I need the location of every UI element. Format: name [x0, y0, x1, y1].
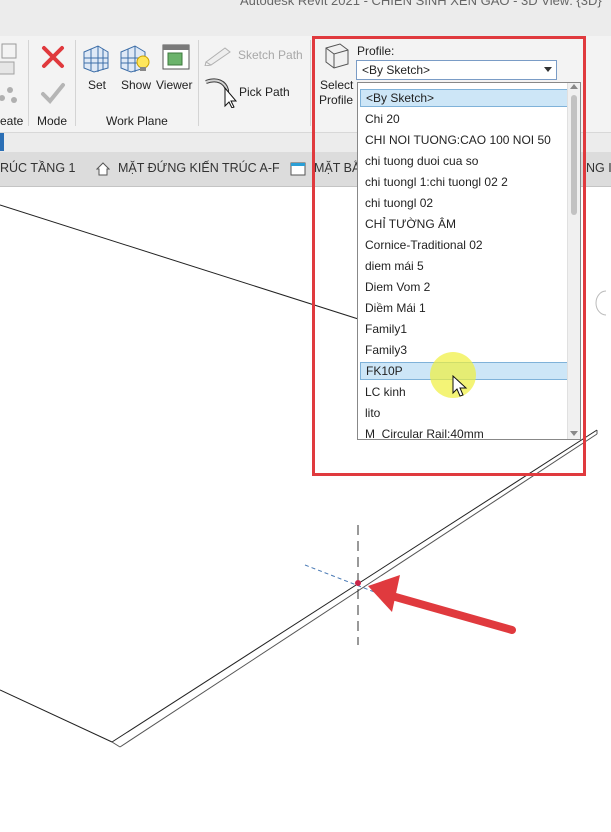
plan-icon — [290, 162, 306, 176]
select-profile-label-1: Select — [320, 78, 354, 92]
panel-divider — [310, 40, 311, 126]
chevron-down-icon[interactable] — [544, 67, 552, 72]
viewer-icon — [162, 44, 190, 70]
viewcube-edge[interactable] — [595, 290, 607, 316]
cancel-edit-button[interactable] — [40, 44, 66, 70]
sketch-path-button[interactable]: Sketch Path — [203, 44, 303, 66]
show-label: Show — [121, 78, 152, 92]
profile-icon — [325, 43, 349, 69]
create-panel-label: eate — [0, 114, 24, 128]
panel-divider — [198, 40, 199, 126]
profile-selected-value: <By Sketch> — [362, 63, 431, 77]
select-profile-label-2: Profile — [319, 93, 354, 107]
profile-option[interactable]: CHI NOI TUONG:CAO 100 NOI 50 — [360, 131, 569, 149]
pick-path-label: Pick Path — [239, 85, 290, 99]
x-icon — [42, 46, 64, 68]
tab-plan[interactable]: MẶT BẰ — [314, 161, 360, 175]
viewer-label: Viewer — [156, 78, 193, 92]
profile-label: Profile: — [357, 44, 395, 58]
tab-clipped[interactable]: NG I — [586, 161, 611, 175]
profile-option[interactable]: Diem Vom 2 — [360, 278, 569, 296]
set-work-plane-button[interactable]: Set — [80, 42, 112, 98]
profile-option[interactable]: <By Sketch> — [360, 89, 569, 107]
work-plane-panel-label: Work Plane — [106, 114, 168, 128]
profile-option[interactable]: chi tuong duoi cua so — [360, 152, 569, 170]
sketch-path-label: Sketch Path — [238, 48, 303, 62]
pick-point-marker — [355, 580, 361, 586]
grid-plane-icon — [83, 45, 109, 73]
pencil-path-icon — [204, 47, 231, 66]
profile-option[interactable]: Diềm Mái 1 — [360, 299, 569, 317]
panel-divider — [28, 40, 29, 126]
show-work-plane-button[interactable]: Show — [119, 42, 153, 98]
elevation-icon — [96, 162, 110, 176]
annotation-arrow — [368, 575, 516, 634]
tab-elevation[interactable]: MẶT ĐỨNG KIẾN TRÚC A-F — [118, 161, 280, 175]
profile-option[interactable]: Family1 — [360, 320, 569, 338]
scroll-up-icon[interactable] — [570, 84, 578, 89]
set-label: Set — [88, 78, 107, 92]
viewer-button[interactable]: Viewer — [156, 42, 196, 98]
tab-floor-plan[interactable]: RÚC TẦNG 1 — [0, 161, 75, 175]
profile-option[interactable]: Chi 20 — [360, 110, 569, 128]
lightbulb-plane-icon — [120, 45, 150, 73]
dropdown-scrollbar[interactable] — [567, 83, 580, 439]
finish-edit-button[interactable] — [40, 80, 66, 106]
scroll-down-icon[interactable] — [570, 431, 578, 436]
select-profile-button[interactable]: Select Profile — [316, 40, 356, 110]
profile-dropdown[interactable]: <By Sketch> — [356, 60, 557, 80]
window-title: Autodesk Revit 2021 - CHIEN SINH XEN GAO… — [240, 0, 602, 8]
floor-edge-line — [111, 429, 598, 743]
create-button[interactable] — [0, 40, 26, 110]
title-bar: Autodesk Revit 2021 - CHIEN SINH XEN GAO… — [0, 0, 611, 36]
profile-option[interactable]: chi tuongl 1:chi tuongl 02 2 — [360, 173, 569, 191]
floor-edge-line — [111, 741, 121, 748]
floor-edge-line — [0, 689, 113, 743]
check-icon — [41, 83, 65, 104]
options-bar-field[interactable] — [0, 133, 4, 151]
profile-option[interactable]: Cornice-Traditional 02 — [360, 236, 569, 254]
create-icon — [0, 43, 17, 103]
profile-option[interactable]: M_Circular Rail:40mm — [360, 425, 569, 439]
mode-panel-label: Mode — [37, 114, 68, 128]
pick-path-icon — [205, 78, 238, 108]
profile-option[interactable]: lito — [360, 404, 569, 422]
profile-option[interactable]: CHỈ TƯỜNG ÂM — [360, 215, 569, 233]
mouse-pointer-icon — [452, 375, 468, 397]
profile-option[interactable]: chi tuongl 02 — [360, 194, 569, 212]
profile-option[interactable]: diem mái 5 — [360, 257, 569, 275]
panel-divider — [75, 40, 76, 126]
scroll-thumb[interactable] — [571, 95, 577, 215]
pick-path-button[interactable]: Pick Path — [203, 76, 295, 108]
